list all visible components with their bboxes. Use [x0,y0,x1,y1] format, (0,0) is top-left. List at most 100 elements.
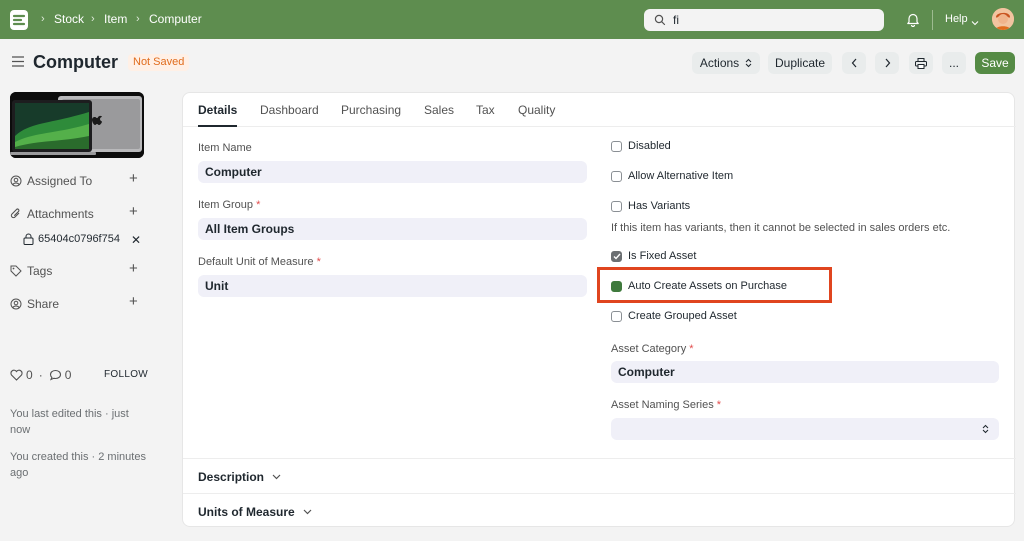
item-group-field[interactable]: All Item Groups [198,218,587,240]
actions-label: Actions [699,56,740,70]
item-group-label-text: Item Group [198,199,254,211]
disabled-label: Disabled [628,140,671,152]
chevron-down-icon[interactable] [971,15,979,29]
allow-alternative-checkbox-row[interactable]: Allow Alternative Item [611,170,733,182]
assigned-to-row[interactable]: Assigned To [10,174,92,188]
uom-field[interactable]: Unit [198,275,587,297]
description-section[interactable]: Description [183,458,1016,493]
heart-icon[interactable] [10,369,23,381]
item-name-field[interactable]: Computer [198,161,587,183]
variants-help-text: If this item has variants, then it canno… [611,222,951,234]
actions-button[interactable]: Actions [692,52,760,74]
attachment-file[interactable]: 65404c0796f754 [23,233,135,245]
page-title: Computer [33,52,118,72]
add-attachment-icon[interactable]: + [129,203,138,220]
remove-attachment-icon[interactable]: ✕ [131,233,141,247]
chevron-down-icon [272,474,281,480]
required-mark: * [716,399,722,411]
uom-label: Default Unit of Measure * [198,256,321,268]
help-menu[interactable]: Help [945,13,968,25]
hamburger-menu-icon[interactable] [12,56,24,70]
share-row: Share [10,297,59,311]
share-label: Share [27,297,60,311]
disabled-checkbox-row[interactable]: Disabled [611,140,671,152]
search-icon [654,14,666,29]
breadcrumb-stock[interactable]: Stock [54,12,84,26]
tab-bar: Details Dashboard Purchasing Sales Tax Q… [183,93,1016,127]
previous-button[interactable] [842,52,866,74]
description-section-title[interactable]: Description [198,470,281,484]
is-fixed-asset-checkbox[interactable] [611,250,622,262]
breadcrumb-item[interactable]: Item [104,12,127,26]
disabled-checkbox[interactable] [611,140,622,152]
create-grouped-asset-label: Create Grouped Asset [628,310,737,322]
next-button[interactable] [875,52,899,74]
create-grouped-asset-checkbox-row[interactable]: Create Grouped Asset [611,310,737,322]
tab-quality[interactable]: Quality [518,103,555,117]
required-mark: * [316,256,321,268]
tab-dashboard[interactable]: Dashboard [260,103,319,117]
paperclip-icon [10,208,20,219]
like-count: 0 [26,368,33,382]
search-value: fi [673,13,679,27]
chevron-right-icon: › [91,13,95,25]
avatar[interactable] [992,8,1014,30]
top-navbar: › Stock › Item › Computer fi Help [0,0,1024,39]
chevron-up-down-icon [745,58,752,68]
tab-sales[interactable]: Sales [424,103,454,117]
breadcrumb-computer[interactable]: Computer [149,12,202,26]
share-icon [10,298,22,310]
save-button[interactable]: Save [975,52,1015,74]
like-comment-counts: 0 · 0 [10,368,71,382]
asset-naming-series-select[interactable] [611,418,999,440]
has-variants-checkbox-row[interactable]: Has Variants [611,200,690,212]
auto-create-assets-label: Auto Create Assets on Purchase [628,280,787,292]
chevron-right-icon: › [41,13,45,25]
print-button[interactable] [909,52,933,74]
is-fixed-asset-checkbox-row[interactable]: Is Fixed Asset [611,250,696,262]
add-share-icon[interactable]: + [129,293,138,310]
printer-icon [915,57,927,69]
comment-count: 0 [64,368,72,382]
has-variants-label: Has Variants [628,200,691,212]
app-logo-icon[interactable] [10,10,28,30]
item-group-label: Item Group * [198,199,260,211]
duplicate-button[interactable]: Duplicate [768,52,832,74]
is-fixed-asset-label: Is Fixed Asset [628,250,697,262]
uom-label-text: Default Unit of Measure [198,256,314,268]
tab-purchasing[interactable]: Purchasing [341,103,401,117]
form-card: Details Dashboard Purchasing Sales Tax Q… [182,92,1016,528]
units-of-measure-section-title[interactable]: Units of Measure [198,505,312,519]
auto-create-assets-checkbox[interactable] [611,280,622,292]
description-title: Description [198,470,265,484]
separator-dot: · [38,368,43,382]
follow-button[interactable]: FOLLOW [104,369,148,380]
item-image[interactable] [10,92,144,158]
tab-details[interactable]: Details [198,103,237,117]
chevron-right-icon [885,58,890,68]
units-of-measure-section[interactable]: Units of Measure [183,493,1016,528]
comment-icon[interactable] [49,369,62,381]
lock-icon [23,233,34,245]
bell-icon[interactable] [906,12,920,30]
asset-category-field[interactable]: Computer [611,361,999,383]
asset-category-label: Asset Category * [611,343,694,355]
asset-naming-series-label-text: Asset Naming Series [611,399,714,411]
search-input[interactable]: fi [644,9,884,31]
allow-alternative-checkbox[interactable] [611,170,622,182]
active-tab-indicator [198,125,237,127]
more-button[interactable]: ... [942,52,966,74]
required-mark: * [689,343,694,355]
created-note: You created this · 2 minutes ago [10,451,146,479]
create-grouped-asset-checkbox[interactable] [611,310,622,322]
add-tag-icon[interactable]: + [129,260,138,277]
add-assignment-icon[interactable]: + [129,170,138,187]
auto-create-assets-checkbox-row[interactable]: Auto Create Assets on Purchase [611,280,787,292]
tab-tax[interactable]: Tax [476,103,495,117]
tags-row: Tags [10,264,52,278]
has-variants-checkbox[interactable] [611,200,622,212]
attachments-label: Attachments [27,207,94,221]
item-name-label: Item Name [198,142,252,154]
chevron-left-icon [851,58,856,68]
assigned-to-label: Assigned To [27,174,93,188]
